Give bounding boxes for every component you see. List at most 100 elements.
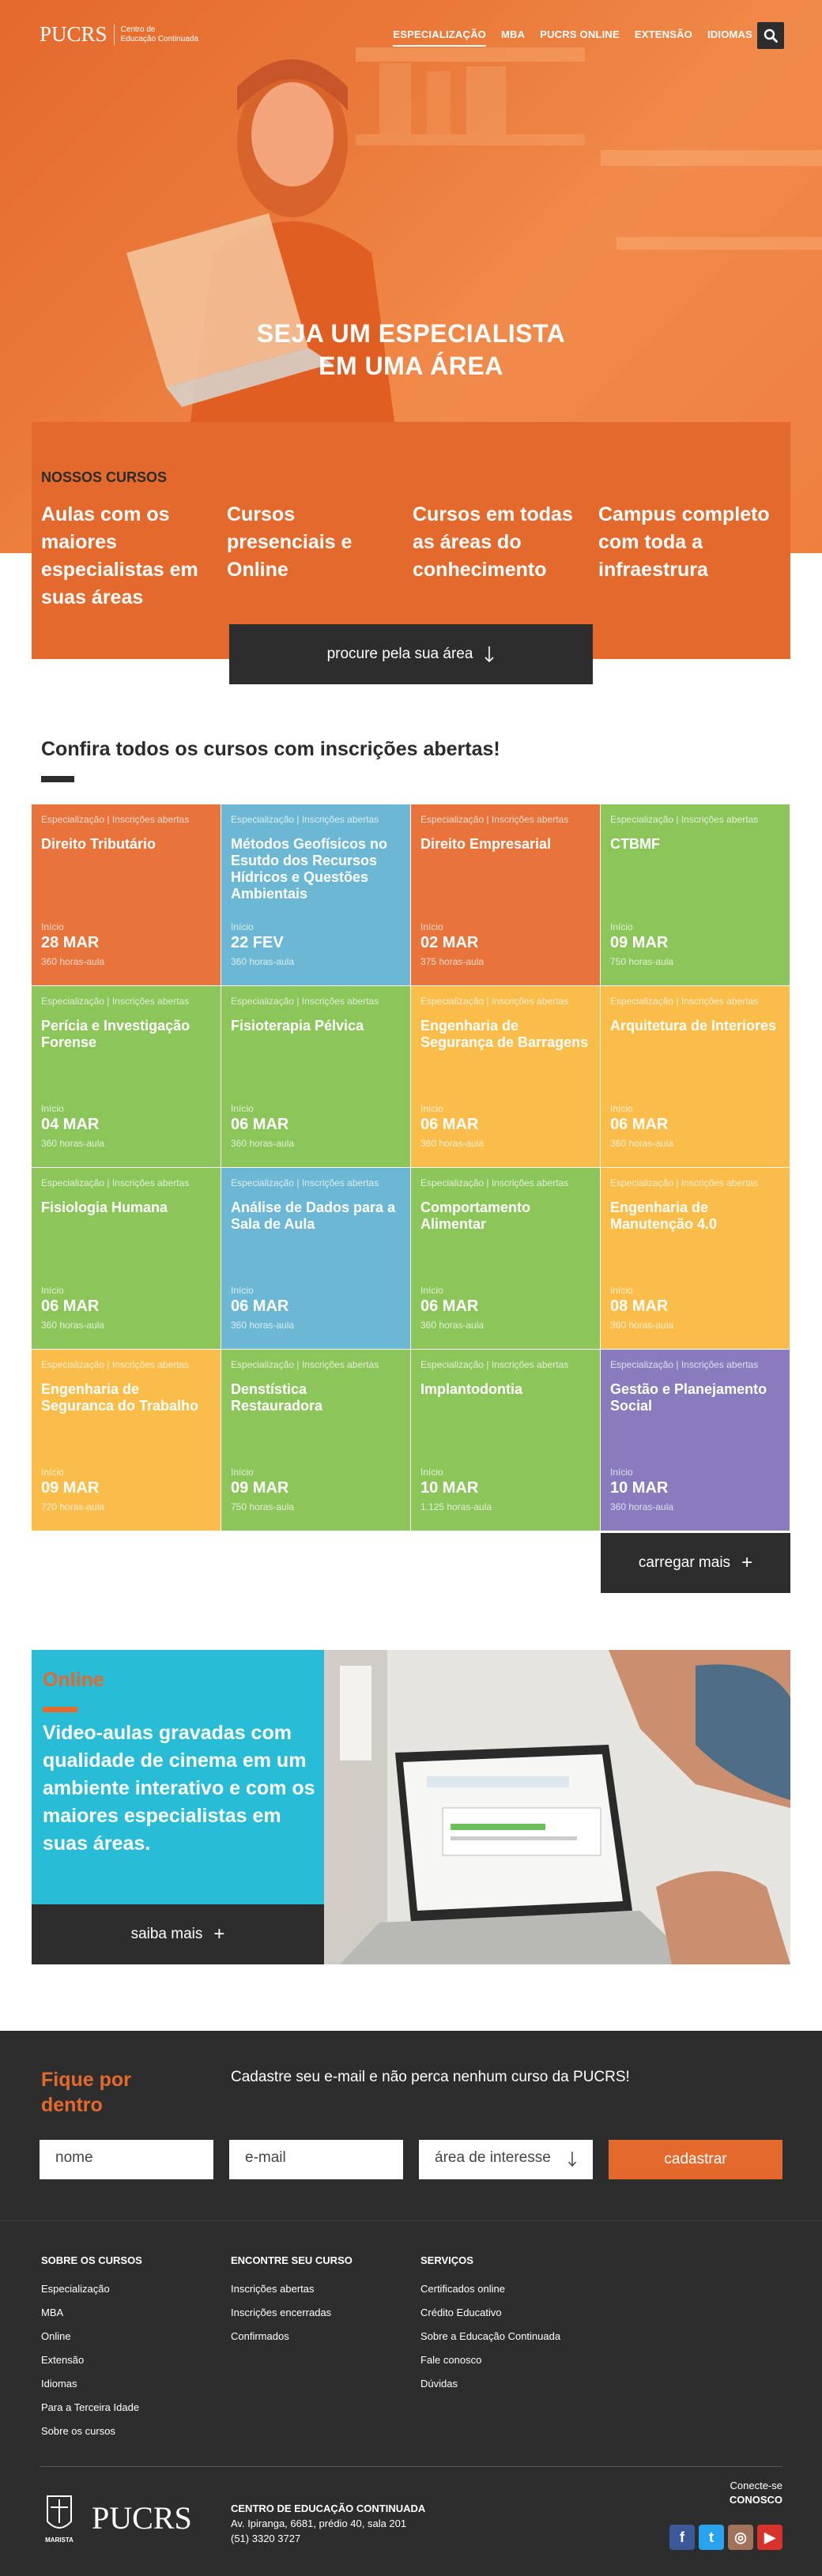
footer-link[interactable]: Idiomas: [41, 2372, 142, 2396]
course-card-date: 09 MAR: [610, 934, 669, 951]
name-field[interactable]: nome: [40, 2140, 213, 2179]
footer-link[interactable]: Sobre a Educação Continuada: [420, 2325, 560, 2348]
site-footer: SOBRE OS CURSOS Especialização MBA Onlin…: [0, 2220, 822, 2576]
course-card[interactable]: Especialização | Inscrições abertas Compo…: [411, 1168, 600, 1349]
course-card-meta: Especialização | Inscrições abertas: [231, 1177, 379, 1188]
course-card-title: Análise de Dados para a Sala de Aula: [231, 1199, 396, 1232]
course-card-start-label: Início: [420, 1467, 443, 1478]
learn-more-button[interactable]: saiba mais +: [32, 1904, 324, 1964]
pucrs-logo[interactable]: PUCRS Centro de Educação Continuada: [40, 22, 198, 47]
footer-link[interactable]: Crédito Educativo: [420, 2301, 560, 2325]
course-card[interactable]: Especialização | Inscrições abertas Engen…: [32, 1350, 221, 1531]
course-card[interactable]: Especialização | Inscrições abertas Engen…: [411, 986, 600, 1167]
highlight-item: Cursos em todas as áreas do conhecimento: [413, 503, 573, 581]
course-card[interactable]: Especialização | Inscrições abertas Impla…: [411, 1350, 600, 1531]
course-card-date: 06 MAR: [420, 1116, 479, 1133]
course-card-title: Gestão e Planejamento Social: [610, 1381, 767, 1414]
course-card-start-label: Início: [41, 1285, 64, 1296]
interest-area-select[interactable]: área de interesse: [419, 2140, 593, 2179]
course-card-start-label: Início: [420, 1285, 443, 1296]
course-card-title: Implantodontia: [420, 1381, 522, 1397]
course-card[interactable]: Especialização | Inscrições abertas Denst…: [221, 1350, 410, 1531]
footer-link[interactable]: Inscrições abertas: [231, 2277, 353, 2301]
hero-title: SEJA UM ESPECIALISTA EM UMA ÁREA: [0, 318, 822, 382]
course-card-hours: 360 horas-aula: [231, 1320, 295, 1331]
email-field[interactable]: e-mail: [229, 2140, 403, 2179]
nav-mba[interactable]: MBA: [501, 28, 525, 47]
course-card-hours: 360 horas-aula: [610, 1501, 674, 1512]
course-card[interactable]: Especialização | Inscrições abertas Arqui…: [601, 986, 790, 1167]
course-card[interactable]: Especialização | Inscrições abertas Fisio…: [221, 986, 410, 1167]
course-card-date: 06 MAR: [231, 1297, 289, 1315]
nav-pucrs-online[interactable]: PUCRS ONLINE: [540, 28, 620, 47]
footer-link[interactable]: MBA: [41, 2301, 142, 2325]
footer-link[interactable]: Confirmados: [231, 2325, 353, 2348]
search-icon: [764, 28, 778, 43]
course-card-date: 09 MAR: [41, 1479, 100, 1497]
course-card-date: 08 MAR: [610, 1297, 669, 1315]
course-card[interactable]: Especialização | Inscrições abertas Gestã…: [601, 1350, 790, 1531]
shelf-shape: [601, 150, 822, 166]
course-card-start-label: Início: [610, 921, 633, 932]
course-card[interactable]: Especialização | Inscrições abertas CTBMF…: [601, 804, 790, 985]
search-button[interactable]: [757, 22, 784, 49]
nav-idiomas[interactable]: IDIOMAS: [707, 28, 752, 47]
course-card-title: Comportamento Alimentar: [420, 1199, 530, 1232]
course-card-start-label: Início: [231, 1285, 254, 1296]
facebook-icon[interactable]: f: [669, 2525, 695, 2550]
footer-link[interactable]: Especialização: [41, 2277, 142, 2301]
course-card-start-label: Início: [610, 1467, 633, 1478]
search-area-button[interactable]: procure pela sua área: [229, 624, 593, 684]
course-card[interactable]: Especialização | Inscrições abertas Direi…: [32, 804, 221, 985]
footer-brand[interactable]: MARISTA PUCRS: [40, 2490, 192, 2545]
laptop-photo: [324, 1650, 790, 1964]
course-card[interactable]: Especialização | Inscrições abertas Direi…: [411, 804, 600, 985]
instagram-icon[interactable]: ◎: [728, 2525, 753, 2550]
online-description: Video-aulas gravadas com qualidade de ci…: [43, 1722, 315, 1855]
course-card-hours: 720 horas-aula: [41, 1501, 105, 1512]
course-card-meta: Especialização | Inscrições abertas: [420, 1177, 569, 1188]
youtube-icon[interactable]: ▶: [757, 2525, 782, 2550]
course-card-hours: 1.125 horas-aula: [420, 1501, 492, 1512]
course-card[interactable]: Especialização | Inscrições abertas Métod…: [221, 804, 410, 985]
footer-link[interactable]: Dúvidas: [420, 2372, 560, 2396]
footer-link[interactable]: Online: [41, 2325, 142, 2348]
footer-column-sobre: SOBRE OS CURSOS Especialização MBA Onlin…: [41, 2254, 142, 2443]
logo-subtitle-line1: Centro de: [120, 24, 156, 34]
course-card-start-label: Início: [231, 1467, 254, 1478]
course-card[interactable]: Especialização | Inscrições abertas Períc…: [32, 986, 221, 1167]
course-card-title: Métodos Geofísicos no Esutdo dos Recurso…: [231, 836, 388, 902]
course-card-title: CTBMF: [610, 836, 660, 852]
courses-panel: NOSSOS CURSOS Aulas com os maiores espec…: [32, 422, 790, 659]
course-card-title: Fisioterapia Pélvica: [231, 1018, 364, 1034]
course-card-start-label: Início: [610, 1103, 633, 1114]
course-card-hours: 360 horas-aula: [420, 1320, 485, 1331]
course-card[interactable]: Especialização | Inscrições abertas Fisio…: [32, 1168, 221, 1349]
course-card-hours: 360 horas-aula: [231, 956, 295, 967]
course-card-meta: Especialização | Inscrições abertas: [41, 996, 190, 1007]
footer-link[interactable]: Certificados online: [420, 2277, 560, 2301]
nav-extensao[interactable]: EXTENSÃO: [635, 28, 692, 47]
course-card-meta: Especialização | Inscrições abertas: [231, 814, 379, 825]
course-card-date: 06 MAR: [420, 1297, 479, 1315]
course-card-hours: 375 horas-aula: [420, 956, 485, 967]
twitter-icon[interactable]: t: [699, 2525, 724, 2550]
subscribe-button[interactable]: cadastrar: [609, 2140, 782, 2179]
logo-divider: [113, 24, 115, 45]
course-grid: Especialização | Inscrições abertas Direi…: [32, 804, 790, 1531]
footer-link[interactable]: Inscrições encerradas: [231, 2301, 353, 2325]
footer-link[interactable]: Fale conosco: [420, 2348, 560, 2372]
footer-link[interactable]: Extensão: [41, 2348, 142, 2372]
footer-link[interactable]: Sobre os cursos: [41, 2420, 142, 2443]
shelf-shape: [616, 237, 822, 250]
course-card-title: Denstística Restauradora: [231, 1381, 323, 1414]
nav-especializacao[interactable]: ESPECIALIZAÇÃO: [393, 28, 486, 47]
load-more-button[interactable]: carregar mais +: [601, 1533, 790, 1593]
course-card[interactable]: Especialização | Inscrições abertas Engen…: [601, 1168, 790, 1349]
plus-icon: +: [213, 1923, 225, 1945]
course-card-date: 22 FEV: [231, 934, 284, 951]
course-card[interactable]: Especialização | Inscrições abertas Análi…: [221, 1168, 410, 1349]
footer-link[interactable]: Para a Terceira Idade: [41, 2396, 142, 2420]
course-card-hours: 360 horas-aula: [41, 1138, 105, 1149]
course-card-date: 28 MAR: [41, 934, 100, 951]
